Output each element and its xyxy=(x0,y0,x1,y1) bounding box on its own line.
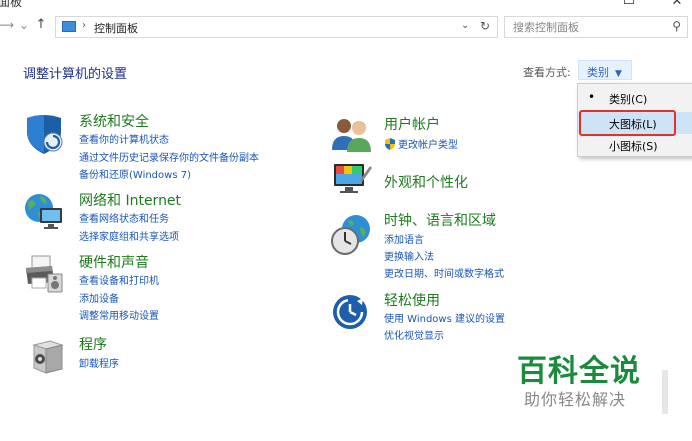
minimize-button[interactable]: ▭ xyxy=(620,0,638,9)
link-uninstall-program[interactable]: 卸载程序 xyxy=(79,355,119,370)
network-icon[interactable] xyxy=(22,190,66,234)
link-backup-restore[interactable]: 备份和还原(Windows 7) xyxy=(79,166,191,181)
highlight-annotation xyxy=(579,110,676,136)
breadcrumb-control-panel[interactable]: 控制面板 xyxy=(94,20,138,36)
address-dropdown-icon[interactable]: ⌄ xyxy=(461,20,469,31)
address-bar[interactable]: › 控制面板 ⌄ ↻ xyxy=(55,16,498,38)
printer-icon[interactable] xyxy=(22,252,66,296)
menu-item-small-icons[interactable]: 小图标(S) xyxy=(578,134,692,156)
category-title-clock-language-region[interactable]: 时钟、语言和区域 xyxy=(384,210,496,230)
control-panel-icon xyxy=(62,21,76,32)
view-by-value: 类别 xyxy=(587,66,609,79)
category-title-system-security[interactable]: 系统和安全 xyxy=(79,111,149,131)
recent-locations-button[interactable]: ⌄ xyxy=(17,18,31,32)
breadcrumb-separator[interactable]: › xyxy=(82,20,86,31)
appearance-icon[interactable] xyxy=(330,160,374,204)
programs-icon[interactable] xyxy=(30,335,74,379)
users-icon[interactable] xyxy=(330,114,374,158)
refresh-icon[interactable]: ↻ xyxy=(480,19,490,33)
shield-icon[interactable] xyxy=(22,112,66,156)
view-by-label: 查看方式: xyxy=(523,66,571,79)
search-box[interactable]: ⚲ xyxy=(504,16,688,38)
link-file-history-backup[interactable]: 通过文件历史记录保存你的文件备份副本 xyxy=(79,149,259,164)
category-title-network-internet[interactable]: 网络和 Internet xyxy=(79,190,181,210)
link-optimize-visual-display[interactable]: 优化视觉显示 xyxy=(384,327,444,342)
selected-dot-icon: • xyxy=(588,90,596,104)
link-view-computer-status[interactable]: 查看你的计算机状态 xyxy=(79,131,169,146)
ease-of-access-icon[interactable] xyxy=(330,291,374,335)
clock-globe-icon[interactable] xyxy=(330,213,374,257)
link-add-language[interactable]: 添加语言 xyxy=(384,231,424,246)
forward-button[interactable]: → xyxy=(2,18,16,32)
view-by-dropdown[interactable]: 类别 ▼ xyxy=(578,60,632,80)
menu-item-category[interactable]: • 类别(C) xyxy=(578,87,692,109)
scrollbar[interactable] xyxy=(662,370,668,414)
page-title: 调整计算机的设置 xyxy=(23,67,128,82)
link-add-device[interactable]: 添加设备 xyxy=(79,290,119,305)
category-title-user-accounts[interactable]: 用户帐户 xyxy=(384,114,440,134)
category-title-hardware-sound[interactable]: 硬件和声音 xyxy=(79,252,149,272)
link-mobility-settings[interactable]: 调整常用移动设置 xyxy=(79,307,159,322)
category-title-appearance[interactable]: 外观和个性化 xyxy=(384,172,468,192)
link-homegroup-sharing[interactable]: 选择家庭组和共享选项 xyxy=(79,228,179,243)
window-title: 面板 xyxy=(0,0,23,9)
link-change-date-time-format[interactable]: 更改日期、时间或数字格式 xyxy=(384,265,504,280)
menu-item-label: 小图标(S) xyxy=(609,140,658,153)
search-icon[interactable]: ⚲ xyxy=(672,19,681,33)
link-network-status[interactable]: 查看网络状态和任务 xyxy=(79,210,169,225)
watermark-subtitle: 助你轻松解决 xyxy=(524,390,627,409)
watermark-title: 百科全说 xyxy=(517,354,641,389)
up-button[interactable]: ↑ xyxy=(34,17,48,32)
category-title-programs[interactable]: 程序 xyxy=(79,334,107,354)
menu-item-label: 类别(C) xyxy=(609,93,648,106)
uac-shield-icon xyxy=(384,135,396,150)
search-input[interactable] xyxy=(505,17,663,37)
close-button[interactable]: ✕ xyxy=(668,0,686,9)
dropdown-caret-icon: ▼ xyxy=(615,69,622,79)
link-change-account-type[interactable]: 更改帐户类型 xyxy=(398,136,458,151)
link-devices-printers[interactable]: 查看设备和打印机 xyxy=(79,272,159,287)
category-title-ease-of-access[interactable]: 轻松使用 xyxy=(384,290,440,310)
link-windows-recommended-settings[interactable]: 使用 Windows 建议的设置 xyxy=(384,310,505,325)
link-change-input-method[interactable]: 更换输入法 xyxy=(384,248,434,263)
